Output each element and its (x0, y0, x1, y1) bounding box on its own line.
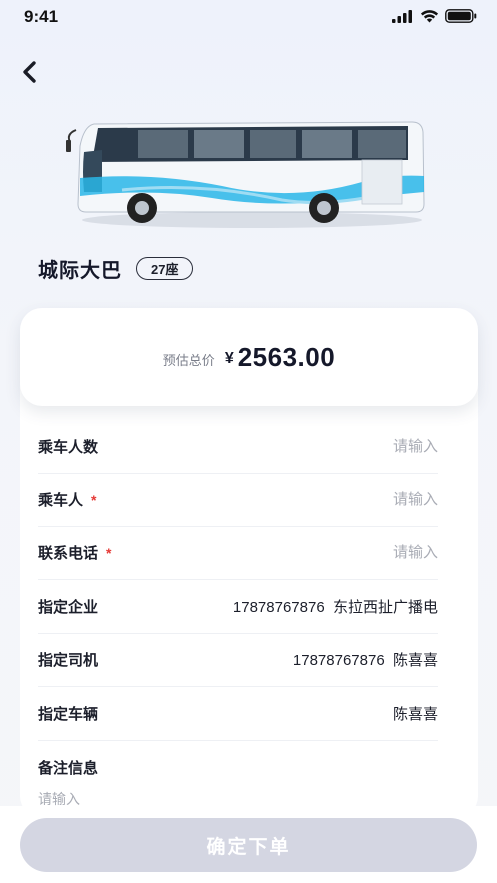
required-mark: * (106, 544, 112, 561)
price-currency: ¥ (224, 350, 234, 367)
company-value: 17878767876 东拉西扯广播电 (232, 599, 438, 616)
required-mark: * (91, 491, 97, 508)
passenger-count-row: 乘车人数 (38, 420, 438, 474)
submit-order-button[interactable]: 确定下单 (20, 818, 477, 872)
wifi-icon (420, 10, 439, 23)
vehicle-title-row: 城际大巴 27座 (38, 254, 194, 283)
car-value: 陈喜喜 (392, 706, 438, 723)
driver-label: 指定司机 (38, 652, 99, 669)
remark-label: 备注信息 (38, 760, 99, 777)
passenger-count-input[interactable] (278, 438, 438, 455)
company-label: 指定企业 (38, 599, 99, 616)
price-label: 预估总价 (162, 352, 215, 368)
chevron-left-icon (23, 61, 36, 83)
seat-badge: 27座 (136, 257, 194, 280)
phone-input[interactable] (278, 544, 438, 561)
status-icons (392, 9, 477, 23)
phone-label-wrap: 联系电话 * (38, 542, 111, 563)
car-row[interactable]: 指定车辆 陈喜喜 (38, 687, 438, 741)
driver-row[interactable]: 指定司机 17878767876 陈喜喜 (38, 633, 438, 687)
phone-row: 联系电话 * (38, 526, 438, 580)
company-row[interactable]: 指定企业 17878767876 东拉西扯广播电 (38, 580, 438, 634)
status-bar: 9:41 (0, 0, 497, 36)
phone-label: 联系电话 (38, 545, 99, 562)
price-card: 预估总价 ¥ 2563.00 (20, 308, 478, 406)
price-value: 2563.00 (237, 341, 336, 372)
vehicle-title: 城际大巴 (38, 260, 122, 282)
passenger-count-label: 乘车人数 (38, 439, 99, 456)
passenger-label: 乘车人 (38, 492, 84, 509)
status-time: 9:41 (24, 7, 59, 26)
car-label: 指定车辆 (38, 706, 99, 723)
signal-icon (392, 9, 412, 23)
passenger-input[interactable] (278, 491, 438, 508)
battery-icon (445, 9, 477, 23)
bus-image (66, 121, 425, 228)
back-button[interactable] (14, 56, 46, 88)
passenger-row: 乘车人 * (38, 473, 438, 527)
driver-value: 17878767876 陈喜喜 (292, 652, 438, 669)
passenger-label-wrap: 乘车人 * (38, 489, 96, 510)
